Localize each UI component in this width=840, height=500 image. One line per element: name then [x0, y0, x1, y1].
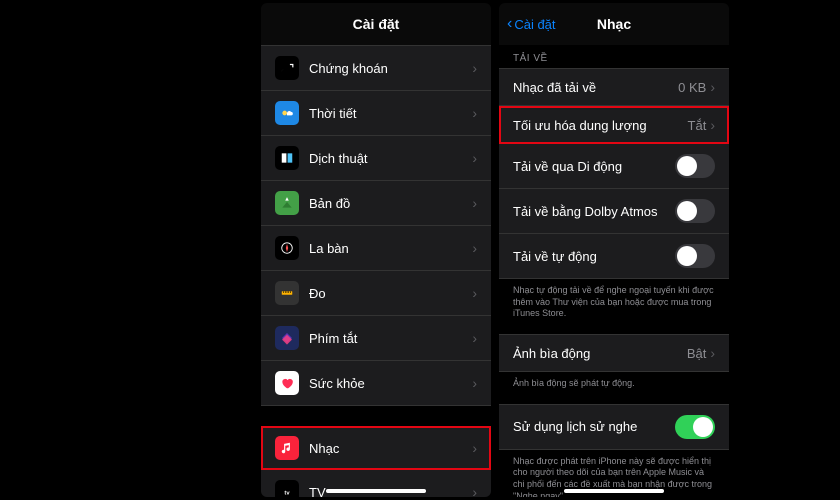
header-title: Nhạc	[597, 16, 631, 32]
settings-row-health[interactable]: Sức khỏe›	[261, 361, 491, 406]
chevron-right-icon: ›	[472, 195, 477, 211]
toggle-cellular[interactable]	[675, 154, 715, 178]
chevron-right-icon: ›	[710, 79, 715, 95]
tv-icon: tv	[275, 480, 299, 497]
cover-footer: Ảnh bìa động sẽ phát tự động.	[499, 372, 729, 396]
settings-row-shortcuts[interactable]: Phím tắt›	[261, 316, 491, 361]
translate-icon	[275, 146, 299, 170]
header-title: Cài đặt	[353, 16, 400, 32]
back-label: Cài đặt	[514, 17, 555, 32]
compass-icon	[275, 236, 299, 260]
music-icon	[275, 436, 299, 460]
chevron-right-icon: ›	[472, 60, 477, 76]
back-button[interactable]: ‹ Cài đặt	[507, 15, 556, 33]
svg-text:tv: tv	[284, 490, 290, 496]
settings-row-stocks[interactable]: Chứng khoán›	[261, 45, 491, 91]
stocks-icon	[275, 56, 299, 80]
home-indicator[interactable]	[326, 489, 426, 493]
section-downloads: TẢI VỀ	[499, 45, 729, 68]
health-icon	[275, 371, 299, 395]
toggle-dolby[interactable]	[675, 199, 715, 223]
header: ‹ Cài đặt Nhạc	[499, 3, 729, 45]
chevron-right-icon: ›	[472, 375, 477, 391]
chevron-right-icon: ›	[472, 484, 477, 497]
chevron-left-icon: ‹	[507, 15, 512, 33]
chevron-right-icon: ›	[472, 150, 477, 166]
settings-row-weather[interactable]: Thời tiết›	[261, 91, 491, 136]
chevron-right-icon: ›	[710, 117, 715, 133]
chevron-right-icon: ›	[472, 440, 477, 456]
row-listening-history[interactable]: Sử dụng lịch sử nghe	[499, 404, 729, 450]
home-indicator[interactable]	[564, 489, 664, 493]
chevron-right-icon: ›	[472, 105, 477, 121]
header: Cài đặt	[261, 3, 491, 45]
music-settings-list[interactable]: TẢI VỀ Nhạc đã tải về 0 KB › Tối ưu hóa …	[499, 45, 729, 497]
settings-row-translate[interactable]: Dịch thuật›	[261, 136, 491, 181]
weather-icon	[275, 101, 299, 125]
downloads-footer: Nhạc tự động tải về để nghe ngoại tuyến …	[499, 279, 729, 326]
maps-icon	[275, 191, 299, 215]
settings-list[interactable]: Chứng khoán›Thời tiết›Dịch thuật›Bản đồ›…	[261, 45, 491, 497]
shortcuts-icon	[275, 326, 299, 350]
row-cellular-download[interactable]: Tải về qua Di động	[499, 144, 729, 189]
chevron-right-icon: ›	[472, 285, 477, 301]
row-dolby-download[interactable]: Tải về bằng Dolby Atmos	[499, 189, 729, 234]
toggle-auto[interactable]	[675, 244, 715, 268]
chevron-right-icon: ›	[710, 345, 715, 361]
settings-row-music[interactable]: Nhạc›	[261, 426, 491, 470]
row-optimize-storage[interactable]: Tối ưu hóa dung lượng Tắt ›	[499, 106, 729, 144]
settings-row-measure[interactable]: Đo›	[261, 271, 491, 316]
settings-row-compass[interactable]: La bàn›	[261, 226, 491, 271]
row-auto-download[interactable]: Tải về tự động	[499, 234, 729, 279]
music-settings-screen: ‹ Cài đặt Nhạc TẢI VỀ Nhạc đã tải về 0 K…	[499, 3, 729, 497]
chevron-right-icon: ›	[472, 240, 477, 256]
row-downloaded-music[interactable]: Nhạc đã tải về 0 KB ›	[499, 68, 729, 106]
chevron-right-icon: ›	[472, 330, 477, 346]
measure-icon	[275, 281, 299, 305]
settings-row-maps[interactable]: Bản đồ›	[261, 181, 491, 226]
settings-screen: Cài đặt Chứng khoán›Thời tiết›Dịch thuật…	[261, 3, 491, 497]
row-animated-cover[interactable]: Ảnh bìa động Bật ›	[499, 334, 729, 372]
toggle-history[interactable]	[675, 415, 715, 439]
